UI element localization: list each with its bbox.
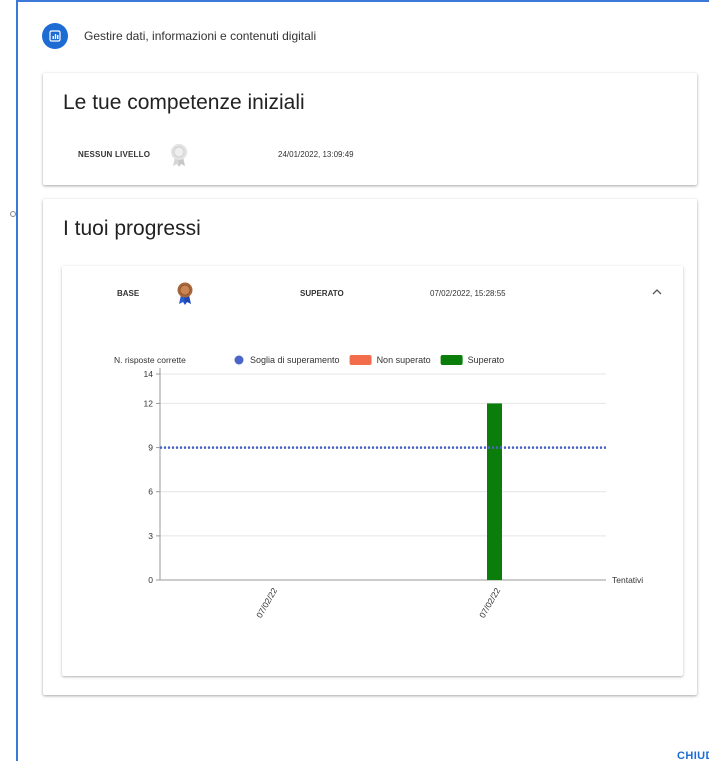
initial-level-label: NESSUN LIVELLO — [78, 150, 151, 159]
x-tick-label-1: 07/02/22 — [477, 586, 502, 620]
initial-competences-title: Le tue competenze iniziali — [63, 91, 305, 114]
initial-date: 24/01/2022, 13:09:49 — [278, 150, 354, 159]
competence-header: Gestire dati, informazioni e contenuti d… — [42, 22, 316, 50]
competence-title: Gestire dati, informazioni e contenuti d… — [84, 29, 317, 43]
legend-label-0: Soglia di superamento — [250, 355, 340, 365]
legend-swatch-0 — [234, 355, 244, 365]
legend-swatch-1 — [349, 355, 372, 365]
y-tick-label-2: 6 — [148, 487, 153, 497]
progress-card: I tuoi progressi BASE SUPERATO 07/02/202… — [43, 199, 697, 695]
y-tick-label-4: 12 — [144, 398, 154, 408]
y-tick-label-5: 14 — [144, 369, 154, 379]
x-axis-label: Tentativi — [612, 575, 643, 585]
initial-competences-card: Le tue competenze iniziali NESSUN LIVELL… — [43, 73, 697, 185]
medal-grey-icon — [171, 144, 187, 167]
resize-handle[interactable] — [10, 211, 16, 217]
legend-label-1: Non superato — [377, 355, 431, 365]
bar-chart-icon — [42, 23, 68, 49]
progress-title: I tuoi progressi — [63, 217, 201, 240]
bar-1 — [487, 403, 502, 580]
y-tick-label-1: 3 — [148, 531, 153, 541]
x-tick-label-0: 07/02/22 — [254, 586, 279, 620]
legend-label-2: Superato — [468, 355, 505, 365]
y-axis-label: N. risposte corrette — [114, 355, 186, 365]
close-button[interactable]: CHIUDI — [677, 750, 709, 761]
progress-attempt-panel: BASE SUPERATO 07/02/2022, 15:28:55 Sogli… — [62, 266, 683, 676]
frame-top-border — [16, 0, 709, 2]
frame-left-border — [16, 0, 18, 761]
y-tick-label-0: 0 — [148, 575, 153, 585]
attempts-chart: Soglia di superamento Non superato Superat… — [114, 355, 643, 620]
legend-swatch-2 — [440, 355, 463, 365]
y-tick-label-3: 9 — [148, 443, 153, 453]
